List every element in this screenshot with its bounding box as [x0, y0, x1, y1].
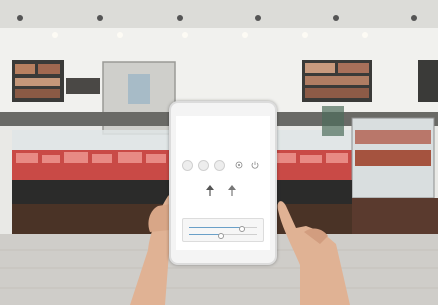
mode-button-2[interactable] — [198, 160, 209, 171]
tablet-screen — [176, 116, 270, 250]
lamp-icon[interactable] — [226, 184, 238, 198]
control-panel — [182, 218, 264, 242]
brightness-slider[interactable] — [189, 225, 257, 232]
tablet-device — [169, 101, 277, 265]
color-slider[interactable] — [189, 232, 257, 239]
slider-knob[interactable] — [218, 232, 225, 239]
lamp-icon[interactable] — [204, 184, 216, 198]
power-icon[interactable] — [250, 160, 260, 170]
settings-icon[interactable] — [234, 160, 244, 170]
mode-button-3[interactable] — [214, 160, 225, 171]
slider-fill — [189, 227, 240, 228]
slider-fill — [189, 234, 220, 235]
mode-button-1[interactable] — [182, 160, 193, 171]
photo-scene — [0, 0, 438, 305]
slider-knob[interactable] — [238, 225, 245, 232]
